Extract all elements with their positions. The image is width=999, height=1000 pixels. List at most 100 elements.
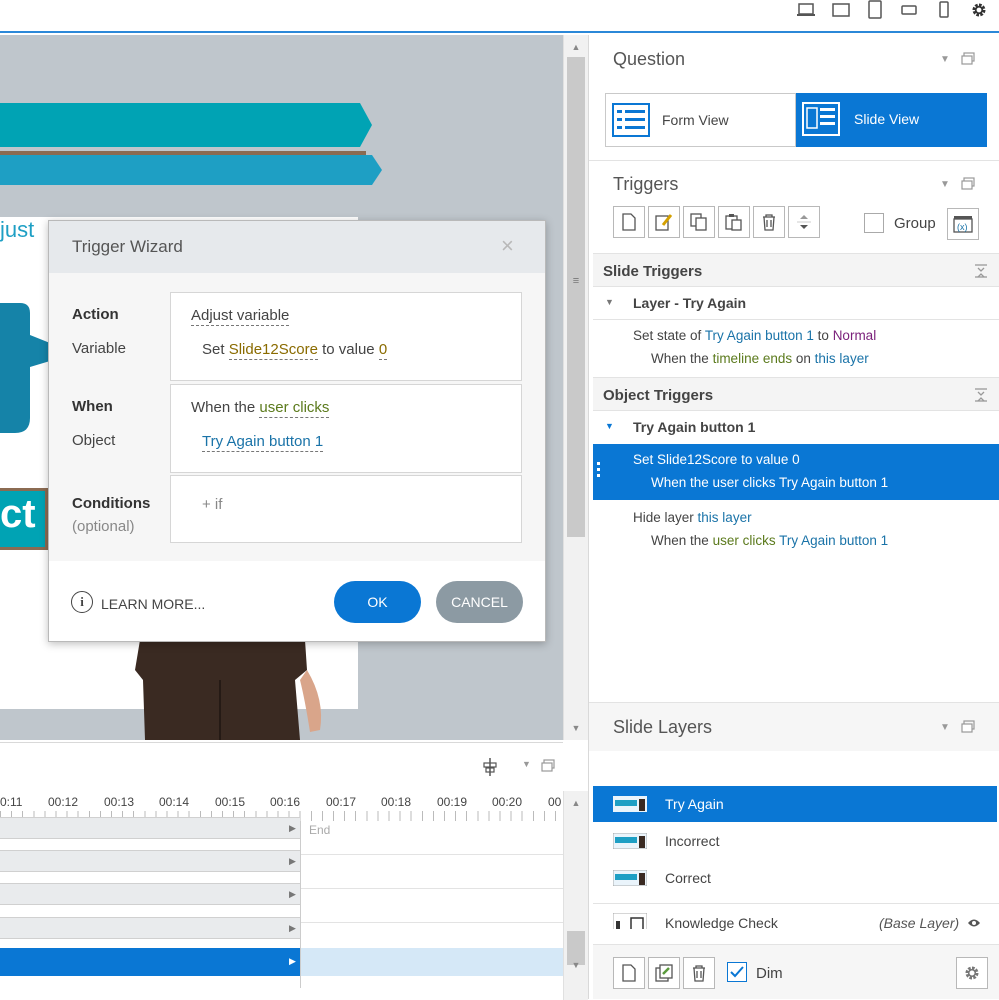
panel-menu-icon[interactable]: ▼ — [940, 179, 950, 190]
timeline-row[interactable]: ▶ — [0, 883, 300, 905]
scroll-down-icon[interactable]: ▼ — [564, 718, 588, 738]
expand-arrow-icon[interactable]: ▼ — [605, 421, 614, 431]
expand-arrow-icon[interactable]: ▶ — [289, 889, 296, 900]
collapse-icon[interactable] — [974, 264, 988, 278]
collapse-icon[interactable] — [974, 388, 988, 402]
gear-icon[interactable] — [968, 0, 990, 20]
object-triggers-title: Object Triggers — [603, 387, 714, 404]
layer-name: Incorrect — [665, 833, 720, 849]
layer-item-try-again[interactable]: Try Again — [593, 786, 997, 822]
learn-more-link[interactable]: LEARN MORE... — [101, 596, 205, 612]
panel-menu-icon[interactable]: ▼ — [522, 759, 531, 769]
duplicate-layer-icon[interactable] — [648, 957, 680, 989]
slide-view-button[interactable]: Slide View — [796, 93, 987, 147]
slide-layers-title: Slide Layers — [613, 717, 713, 737]
object-trigger2-line1[interactable]: Hide layer this layer — [633, 510, 752, 525]
triggers-title: Triggers — [613, 174, 679, 194]
timeline-row[interactable]: ▶ — [0, 817, 300, 839]
timeline-fit-icon[interactable] — [481, 757, 499, 777]
action-dropdown[interactable]: Adjust variable — [191, 307, 290, 326]
new-layer-icon[interactable] — [613, 957, 645, 989]
panel-float-icon[interactable] — [961, 52, 975, 66]
panel-float-icon[interactable] — [961, 177, 975, 191]
copy-trigger-icon[interactable] — [683, 206, 715, 238]
info-icon[interactable]: i — [71, 591, 93, 613]
variable-dropdown[interactable]: Slide12Score — [228, 341, 318, 360]
scroll-thumb[interactable] — [567, 57, 585, 537]
set-word: Set — [202, 341, 225, 358]
variables-icon[interactable]: (x) — [947, 208, 979, 240]
layer-item-incorrect[interactable]: Incorrect — [593, 823, 997, 859]
svg-text:(x): (x) — [957, 222, 968, 232]
object-trigger-selected[interactable]: Set Slide12Score to value 0 When the use… — [593, 444, 999, 500]
tablet-portrait-icon[interactable] — [864, 0, 886, 20]
drag-handle-icon[interactable] — [597, 462, 600, 480]
slide-view-label: Slide View — [854, 111, 920, 127]
object-dropdown[interactable]: Try Again button 1 — [202, 433, 324, 452]
group-checkbox[interactable] — [864, 213, 884, 233]
scroll-down-icon[interactable]: ▼ — [564, 955, 588, 975]
delete-trigger-icon[interactable] — [753, 206, 785, 238]
trigger-event: user clicks — [712, 533, 776, 548]
timeline-row-selected[interactable]: ▶ — [0, 948, 300, 976]
person-image — [135, 640, 322, 740]
slide-trigger-line2[interactable]: When the timeline ends on this layer — [651, 351, 869, 366]
form-view-button[interactable]: Form View — [605, 93, 796, 147]
expand-arrow-icon[interactable]: ▶ — [289, 956, 296, 967]
layer-thumbnail — [613, 913, 647, 929]
expand-arrow-icon[interactable]: ▶ — [289, 923, 296, 934]
expand-arrow-icon[interactable]: ▶ — [289, 856, 296, 867]
trigger-wizard-dialog: Trigger Wizard × Action Variable When Ob… — [48, 220, 546, 642]
trigger-object: Try Again button 1 — [704, 328, 814, 343]
conditions-optional-label: (optional) — [72, 518, 135, 535]
layer-item-correct[interactable]: Correct — [593, 860, 997, 896]
tablet-landscape-icon[interactable] — [830, 0, 852, 20]
base-layer-tag: (Base Layer) — [879, 915, 960, 931]
scroll-up-icon[interactable]: ▲ — [564, 37, 588, 57]
expand-arrow-icon[interactable]: ▶ — [289, 823, 296, 834]
phone-portrait-icon[interactable] — [933, 0, 955, 20]
add-condition-link[interactable]: + if — [202, 496, 222, 513]
eye-icon[interactable] — [967, 918, 981, 928]
ok-button[interactable]: OK — [334, 581, 421, 623]
grip-icon: ≡ — [572, 275, 580, 287]
value-field[interactable]: 0 — [378, 341, 388, 360]
dim-label: Dim — [756, 965, 783, 982]
base-layer-item[interactable]: Knowledge Check (Base Layer) — [593, 904, 997, 944]
timeline-scrollbar[interactable]: ▲ ▼ — [563, 791, 588, 1000]
time-tick: 0:11 — [0, 795, 23, 809]
scroll-up-icon[interactable]: ▲ — [564, 793, 588, 813]
stage-scrollbar[interactable]: ▲ ≡ ▼ — [563, 35, 588, 740]
laptop-icon[interactable] — [795, 0, 817, 20]
move-trigger-icon[interactable] — [788, 206, 820, 238]
when-label: When — [72, 398, 113, 415]
time-tick: 00:17 — [326, 795, 357, 809]
layer-settings-icon[interactable] — [956, 957, 988, 989]
layer-name[interactable]: Layer - Try Again — [633, 295, 746, 311]
panel-menu-icon[interactable]: ▼ — [940, 54, 950, 65]
timeline-row[interactable]: ▶ — [0, 850, 300, 872]
panel-menu-icon[interactable]: ▼ — [940, 722, 950, 733]
time-tick: 00 — [548, 795, 562, 809]
timeline-panel: ▼ 0:11 00:12 00:13 00:14 00:15 00:16 00:… — [0, 742, 588, 1000]
slide-trigger-line1[interactable]: Set state of Try Again button 1 to Norma… — [633, 328, 876, 343]
new-trigger-icon[interactable] — [613, 206, 645, 238]
object-name[interactable]: Try Again button 1 — [633, 419, 755, 435]
panel-float-icon[interactable] — [541, 759, 555, 772]
phone-landscape-icon[interactable] — [898, 0, 920, 20]
cancel-button[interactable]: CANCEL — [436, 581, 523, 623]
expand-arrow-icon[interactable]: ▼ — [605, 297, 614, 307]
object-trigger2-line2[interactable]: When the user clicks Try Again button 1 — [651, 533, 888, 548]
dim-checkbox[interactable] — [727, 962, 747, 982]
edit-trigger-icon[interactable] — [648, 206, 680, 238]
paste-trigger-icon[interactable] — [718, 206, 750, 238]
action-value[interactable]: Adjust variable — [191, 307, 290, 326]
time-tick: 00:14 — [159, 795, 190, 809]
timeline-track-selected[interactable] — [301, 948, 563, 976]
close-icon[interactable]: × — [501, 233, 514, 259]
trigger-object: Try Again button 1 — [779, 533, 889, 548]
delete-layer-icon[interactable] — [683, 957, 715, 989]
event-dropdown[interactable]: user clicks — [259, 399, 330, 418]
panel-float-icon[interactable] — [961, 720, 975, 734]
timeline-row[interactable]: ▶ — [0, 917, 300, 939]
